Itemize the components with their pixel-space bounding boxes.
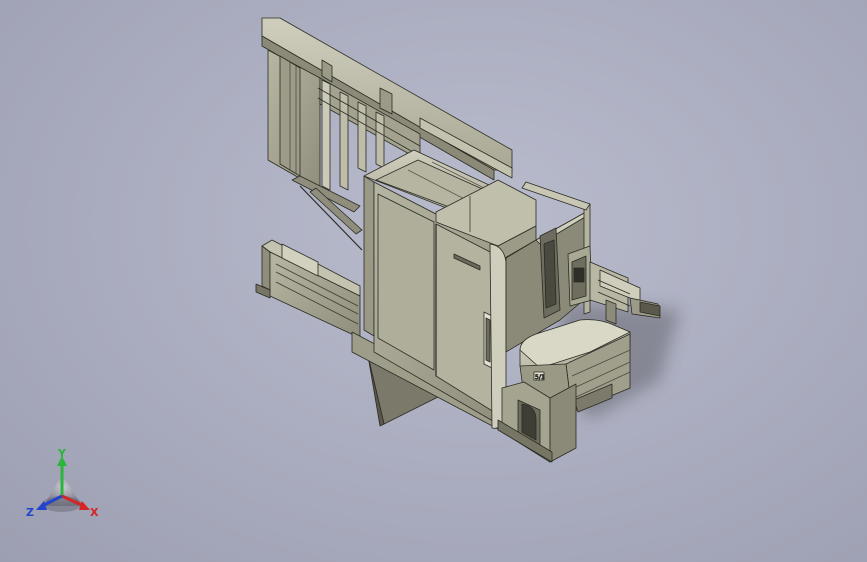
x-axis-label: X xyxy=(90,506,99,519)
cad-model-view[interactable]: 5/1 xyxy=(0,0,867,562)
lower-foot[interactable] xyxy=(497,381,577,463)
y-axis-label: Y xyxy=(57,448,67,460)
chip-conveyor[interactable] xyxy=(255,239,361,339)
graphics-viewport[interactable]: 5/1 Y X Z xyxy=(0,0,867,562)
orientation-triad[interactable]: Y X Z xyxy=(24,448,104,522)
z-axis-label: Z xyxy=(26,506,34,519)
corner-label: 5/1 xyxy=(535,374,545,381)
